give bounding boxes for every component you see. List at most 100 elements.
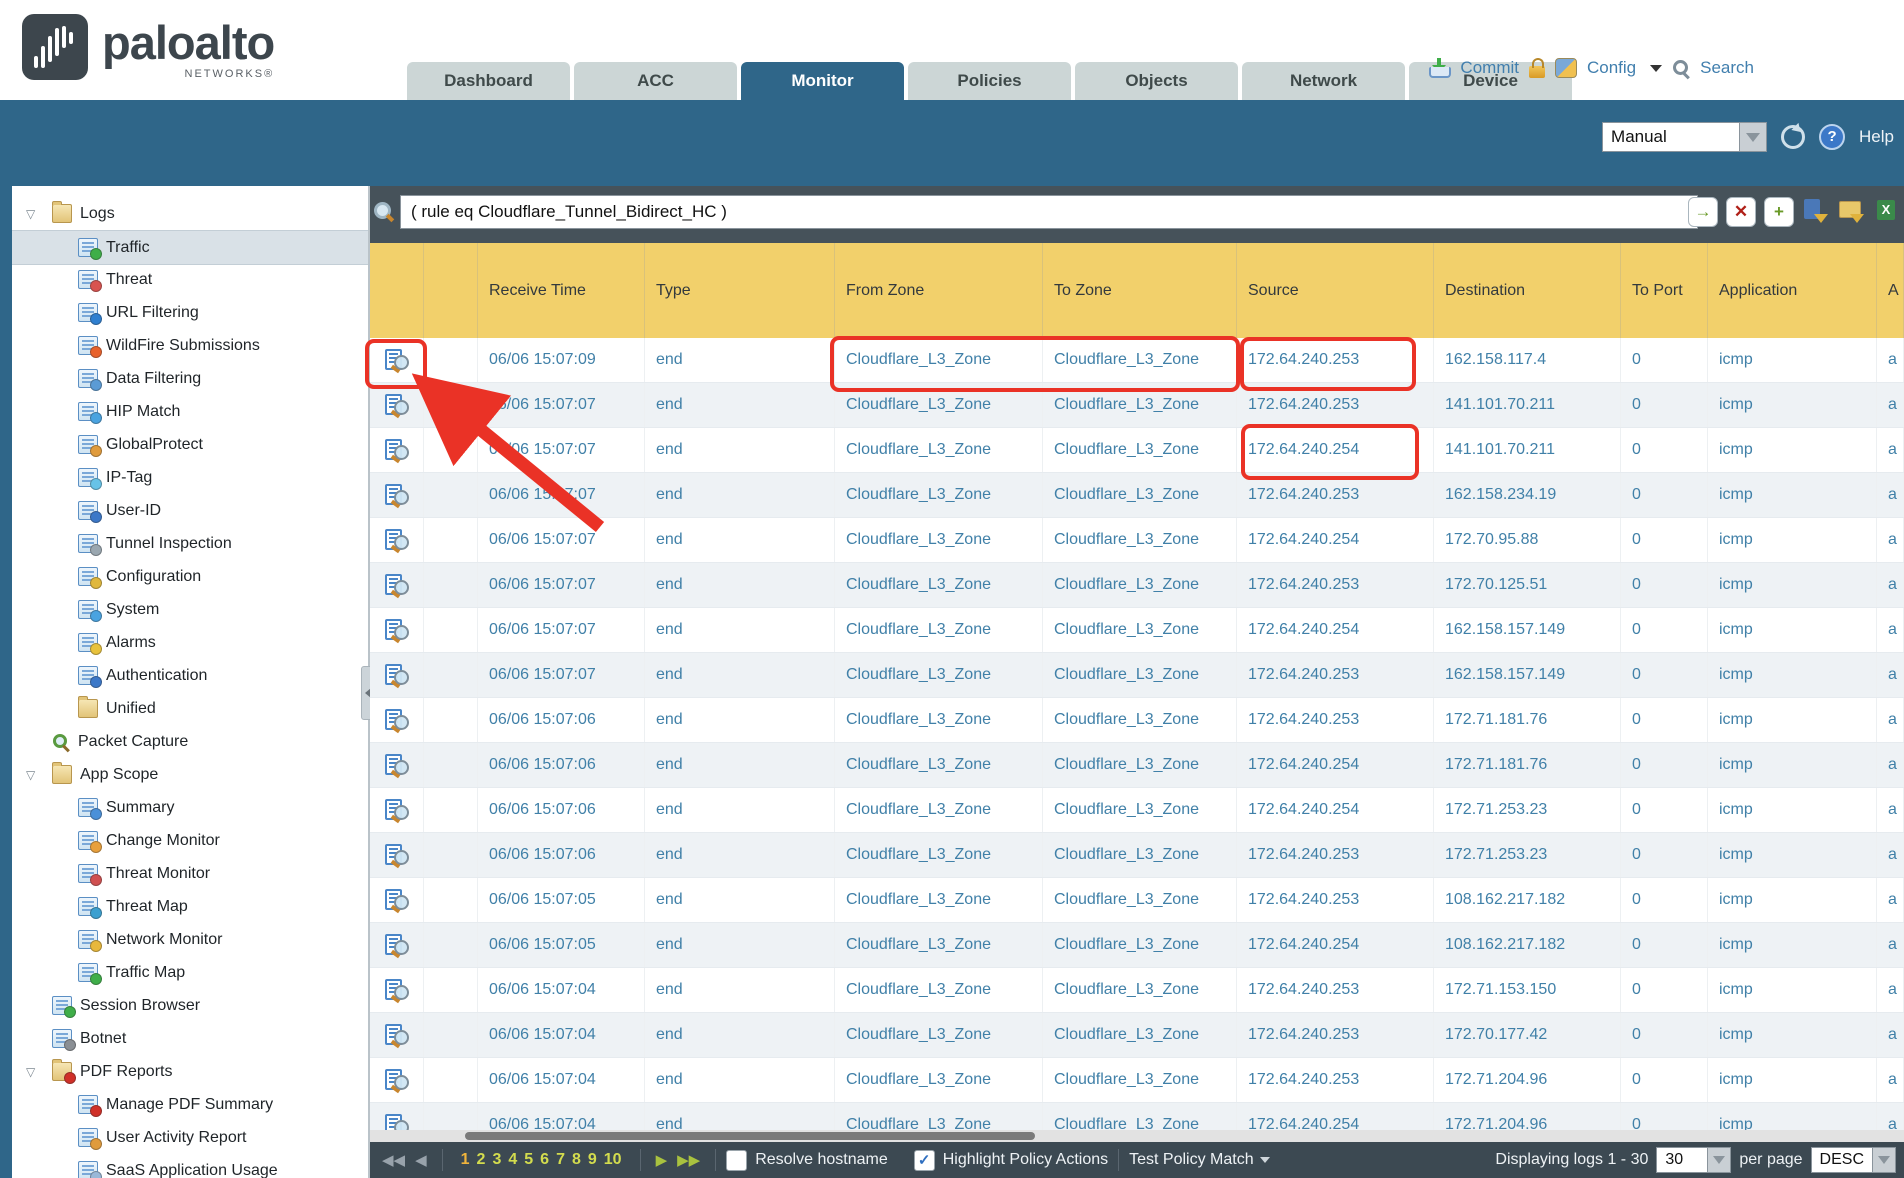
cell-receive-time[interactable]: 06/06 15:07:07: [478, 473, 645, 517]
cell-receive-time[interactable]: 06/06 15:07:09: [478, 338, 645, 382]
log-detail-button[interactable]: [370, 428, 424, 472]
cell-from-zone[interactable]: Cloudflare_L3_Zone: [835, 608, 1043, 652]
header-col-application[interactable]: Application: [1708, 243, 1877, 338]
cell-type[interactable]: end: [645, 518, 835, 562]
log-detail-button[interactable]: [370, 1013, 424, 1057]
sidebar-item-alarms[interactable]: Alarms: [12, 626, 368, 659]
horizontal-scrollbar-thumb[interactable]: [465, 1132, 1035, 1140]
cell-from-zone[interactable]: Cloudflare_L3_Zone: [835, 698, 1043, 742]
cell-destination[interactable]: 108.162.217.182: [1434, 878, 1621, 922]
sidebar-item-ip-tag[interactable]: IP-Tag: [12, 461, 368, 494]
page-number-7[interactable]: 7: [556, 1151, 565, 1169]
table-row[interactable]: 06/06 15:07:07endCloudflare_L3_ZoneCloud…: [370, 563, 1904, 608]
cell-receive-time[interactable]: 06/06 15:07:04: [478, 1058, 645, 1102]
log-detail-button[interactable]: [370, 383, 424, 427]
commit-button[interactable]: Commit: [1460, 58, 1519, 78]
cell-to-zone[interactable]: Cloudflare_L3_Zone: [1043, 698, 1237, 742]
cell-to-zone[interactable]: Cloudflare_L3_Zone: [1043, 383, 1237, 427]
cell-source[interactable]: 172.64.240.253: [1237, 1013, 1434, 1057]
sidebar-item-system[interactable]: System: [12, 593, 368, 626]
sidebar-item-summary[interactable]: Summary: [12, 791, 368, 824]
cell-receive-time[interactable]: 06/06 15:07:07: [478, 608, 645, 652]
cell-source[interactable]: 172.64.240.254: [1237, 743, 1434, 787]
page-number-4[interactable]: 4: [508, 1151, 517, 1169]
prev-page-button[interactable]: ◀: [415, 1151, 427, 1169]
log-detail-button[interactable]: [370, 833, 424, 877]
log-detail-icon[interactable]: [385, 889, 409, 911]
cell-source[interactable]: 172.64.240.253: [1237, 1058, 1434, 1102]
cell-receive-time[interactable]: 06/06 15:07:06: [478, 788, 645, 832]
tab-network[interactable]: Network: [1242, 62, 1405, 100]
filter-builder-button[interactable]: [1802, 197, 1830, 225]
cell-to-zone[interactable]: Cloudflare_L3_Zone: [1043, 338, 1237, 382]
cell-source[interactable]: 172.64.240.253: [1237, 968, 1434, 1012]
cell-type[interactable]: end: [645, 833, 835, 877]
clear-filter-button[interactable]: ✕: [1726, 197, 1756, 227]
saved-filters-button[interactable]: [1838, 197, 1866, 225]
config-menu[interactable]: Config: [1587, 58, 1636, 78]
cell-type[interactable]: end: [645, 968, 835, 1012]
cell-type[interactable]: end: [645, 1013, 835, 1057]
table-row[interactable]: 06/06 15:07:06endCloudflare_L3_ZoneCloud…: [370, 833, 1904, 878]
cell-from-zone[interactable]: Cloudflare_L3_Zone: [835, 1058, 1043, 1102]
page-number-2[interactable]: 2: [477, 1151, 486, 1169]
cell-type[interactable]: end: [645, 743, 835, 787]
cell-destination[interactable]: 172.70.95.88: [1434, 518, 1621, 562]
log-detail-icon[interactable]: [385, 799, 409, 821]
cell-type[interactable]: end: [645, 653, 835, 697]
sidebar-item-threat-map[interactable]: Threat Map: [12, 890, 368, 923]
sidebar-item-url-filtering[interactable]: URL Filtering: [12, 296, 368, 329]
table-row[interactable]: 06/06 15:07:07endCloudflare_L3_ZoneCloud…: [370, 653, 1904, 698]
cell-type[interactable]: end: [645, 473, 835, 517]
page-number-8[interactable]: 8: [572, 1151, 581, 1169]
cell-source[interactable]: 172.64.240.253: [1237, 473, 1434, 517]
sidebar-item-authentication[interactable]: Authentication: [12, 659, 368, 692]
cell-destination[interactable]: 141.101.70.211: [1434, 428, 1621, 472]
cell-from-zone[interactable]: Cloudflare_L3_Zone: [835, 518, 1043, 562]
log-detail-button[interactable]: [370, 563, 424, 607]
cell-receive-time[interactable]: 06/06 15:07:07: [478, 653, 645, 697]
sort-order-select[interactable]: DESC: [1811, 1147, 1896, 1173]
cell-type[interactable]: end: [645, 878, 835, 922]
cell-destination[interactable]: 108.162.217.182: [1434, 923, 1621, 967]
cell-from-zone[interactable]: Cloudflare_L3_Zone: [835, 383, 1043, 427]
cell-receive-time[interactable]: 06/06 15:07:06: [478, 698, 645, 742]
cell-to-zone[interactable]: Cloudflare_L3_Zone: [1043, 1013, 1237, 1057]
sidebar-item-app-scope[interactable]: ▽App Scope: [12, 758, 368, 791]
cell-to-zone[interactable]: Cloudflare_L3_Zone: [1043, 833, 1237, 877]
table-row[interactable]: 06/06 15:07:05endCloudflare_L3_ZoneCloud…: [370, 923, 1904, 968]
cell-from-zone[interactable]: Cloudflare_L3_Zone: [835, 743, 1043, 787]
cell-from-zone[interactable]: Cloudflare_L3_Zone: [835, 428, 1043, 472]
cell-from-zone[interactable]: Cloudflare_L3_Zone: [835, 878, 1043, 922]
expander-icon[interactable]: ▽: [26, 207, 42, 221]
cell-source[interactable]: 172.64.240.254: [1237, 608, 1434, 652]
add-filter-button[interactable]: +: [1764, 197, 1794, 227]
table-row[interactable]: 06/06 15:07:07endCloudflare_L3_ZoneCloud…: [370, 428, 1904, 473]
cell-source[interactable]: 172.64.240.254: [1237, 428, 1434, 472]
cell-to-zone[interactable]: Cloudflare_L3_Zone: [1043, 428, 1237, 472]
header-col-from-zone[interactable]: From Zone: [835, 243, 1043, 338]
per-page-caret-icon[interactable]: [1708, 1147, 1731, 1173]
cell-destination[interactable]: 172.71.253.23: [1434, 833, 1621, 877]
cell-receive-time[interactable]: 06/06 15:07:07: [478, 383, 645, 427]
cell-to-zone[interactable]: Cloudflare_L3_Zone: [1043, 473, 1237, 517]
header-col-destination[interactable]: Destination: [1434, 243, 1621, 338]
export-csv-button[interactable]: X: [1874, 197, 1902, 225]
sidebar-item-packet-capture[interactable]: Packet Capture: [12, 725, 368, 758]
page-number-9[interactable]: 9: [588, 1151, 597, 1169]
table-row[interactable]: 06/06 15:07:07endCloudflare_L3_ZoneCloud…: [370, 518, 1904, 563]
cell-type[interactable]: end: [645, 383, 835, 427]
cell-receive-time[interactable]: 06/06 15:07:07: [478, 563, 645, 607]
cell-from-zone[interactable]: Cloudflare_L3_Zone: [835, 563, 1043, 607]
sidebar-item-change-monitor[interactable]: Change Monitor: [12, 824, 368, 857]
table-row[interactable]: 06/06 15:07:06endCloudflare_L3_ZoneCloud…: [370, 743, 1904, 788]
cell-from-zone[interactable]: Cloudflare_L3_Zone: [835, 833, 1043, 877]
cell-from-zone[interactable]: Cloudflare_L3_Zone: [835, 968, 1043, 1012]
cell-from-zone[interactable]: Cloudflare_L3_Zone: [835, 788, 1043, 832]
cell-type[interactable]: end: [645, 1058, 835, 1102]
refresh-interval-select[interactable]: Manual: [1602, 122, 1767, 152]
cell-to-zone[interactable]: Cloudflare_L3_Zone: [1043, 518, 1237, 562]
log-detail-button[interactable]: [370, 968, 424, 1012]
cell-from-zone[interactable]: Cloudflare_L3_Zone: [835, 473, 1043, 517]
cell-receive-time[interactable]: 06/06 15:07:07: [478, 518, 645, 562]
